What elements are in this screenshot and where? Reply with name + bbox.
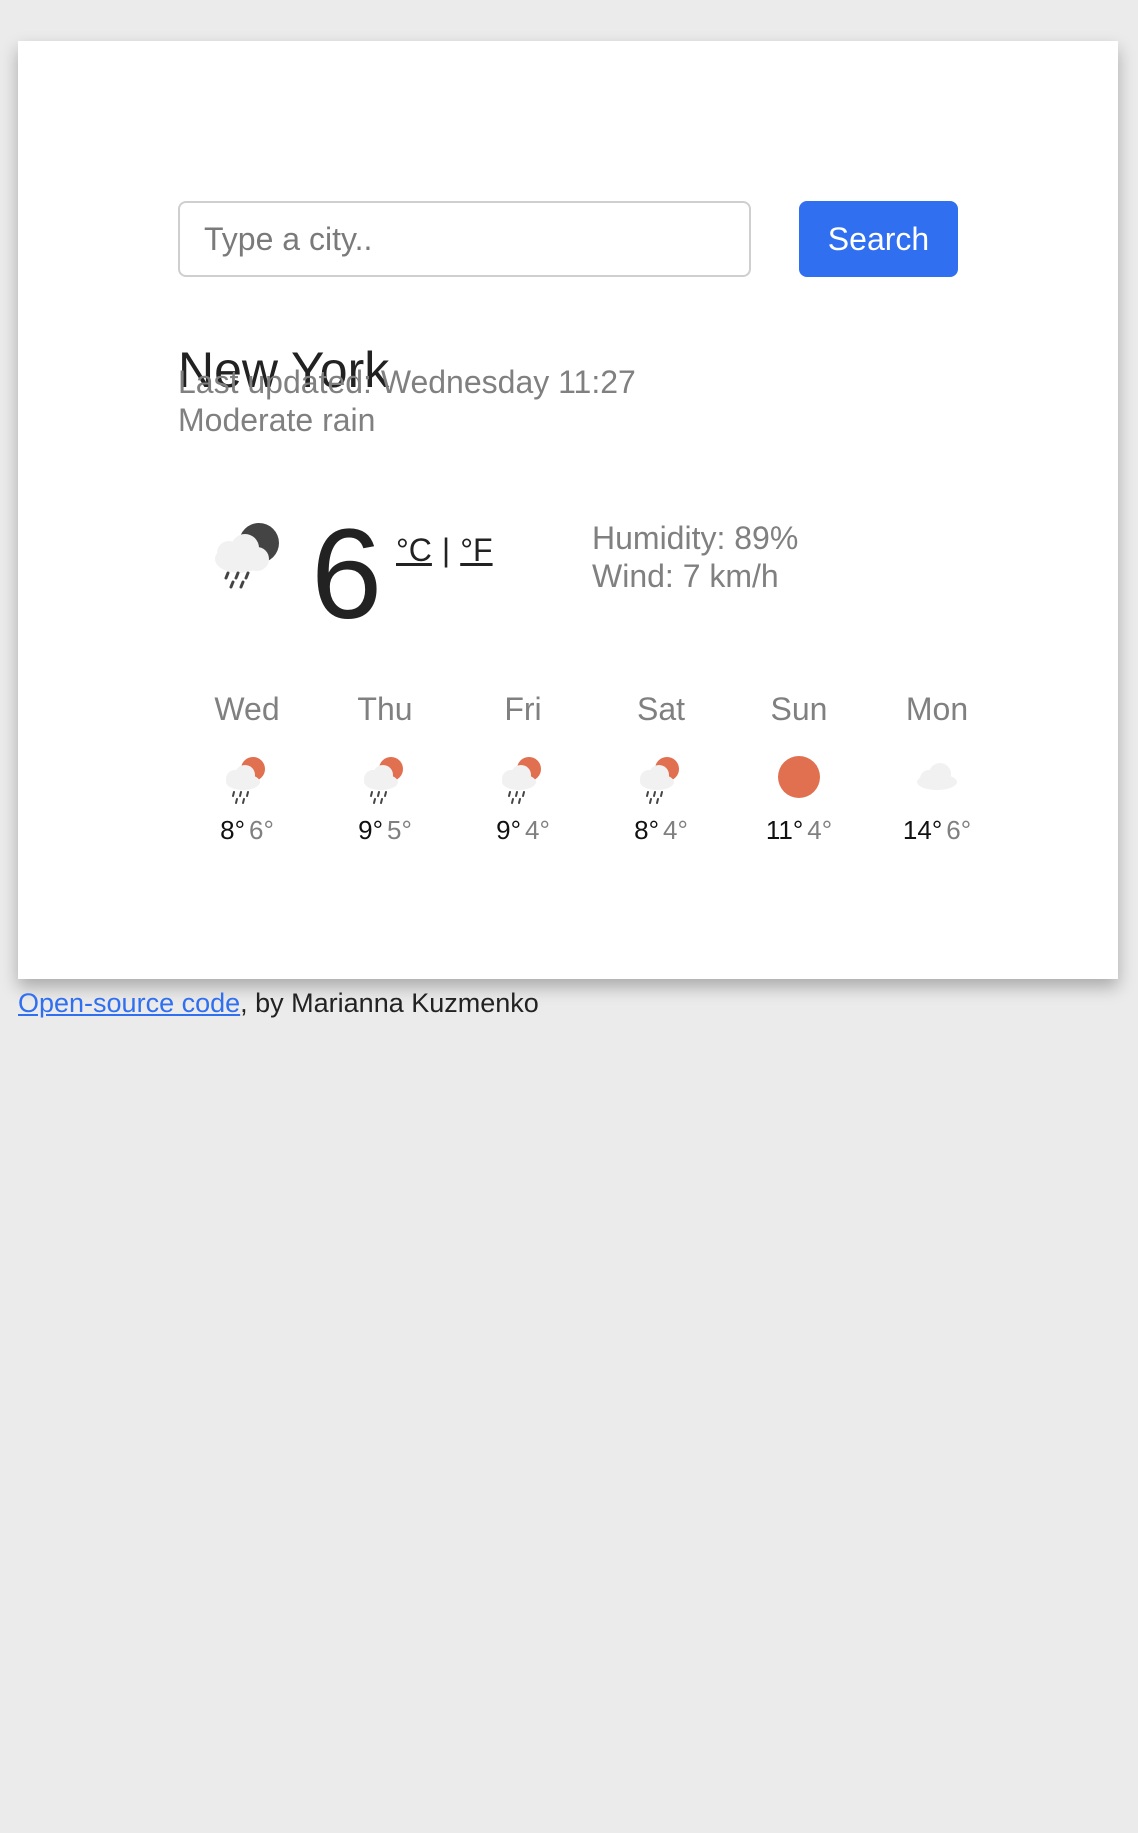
forecast-temps: 11° 4° [730,815,868,846]
fahrenheit-link[interactable]: °F [460,532,492,568]
weather-card: Search New York Last updated: Wednesday … [18,41,1118,979]
city-search-input[interactable] [178,201,751,277]
forecast-day: Wed 8° 6° [178,689,316,846]
rain-night-icon [215,523,279,589]
author-credit: , by Marianna Kuzmenko [240,988,539,1018]
humidity-text: Humidity: 89% [592,520,799,556]
forecast-day-name: Mon [905,691,969,727]
forecast-day-name: Thu [357,691,413,727]
forecast-max-temp: 11° [765,815,804,845]
unit-toggle: °C | °F [396,532,493,569]
forecast-day-name: Wed [214,691,280,727]
rain-sun-icon [226,757,265,804]
source-code-link[interactable]: Open-source code [18,988,240,1018]
forecast-max-temp: 9° [358,815,383,845]
celsius-link[interactable]: °C [396,532,432,568]
search-button[interactable]: Search [799,201,958,277]
unit-separator: | [441,532,451,568]
forecast-max-temp: 9° [496,815,521,845]
forecast-temps: 8° 6° [178,815,316,846]
rain-sun-icon [364,757,403,804]
footer: Open-source code, by Marianna Kuzmenko [18,988,539,1019]
forecast-min-temp: 5° [387,815,412,845]
forecast-min-temp: 4° [525,815,550,845]
wind-text: Wind: 7 km/h [592,558,779,595]
forecast-temps: 9° 5° [316,815,454,846]
forecast-max-temp: 14° [902,815,943,845]
weather-description: Moderate rain [178,402,376,438]
search-form: Search [178,201,958,277]
cloud-icon [917,763,957,790]
forecast-day: Thu 9° 5° [316,689,454,846]
weather-details: Humidity: 89% Wind: 7 km/h [592,519,798,596]
forecast-temps: 9° 4° [454,815,592,846]
current-temperature: 6 [311,503,383,646]
forecast-day-name: Sat [636,691,686,727]
forecast-min-temp: 4° [663,815,688,845]
sun-icon [778,756,820,798]
last-updated-text: Last updated: Wednesday 11:27 [178,364,636,400]
forecast-min-temp: 6° [946,815,972,845]
rain-sun-icon [502,757,541,804]
forecast-day: Mon 14° 6° [868,689,1006,846]
forecast-temps: 14° 6° [868,815,1006,846]
forecast-day: Sun 11° 4° [730,689,868,846]
forecast-max-temp: 8° [220,815,245,845]
forecast-day-name: Sun [770,691,828,727]
forecast-row: Wed 8° 6° Thu 9° 5° Fri 9° 4° Sat 8° 4° … [178,689,1008,846]
forecast-day: Fri 9° 4° [454,689,592,846]
forecast-min-temp: 6° [249,815,274,845]
rain-sun-icon [640,757,679,804]
forecast-max-temp: 8° [634,815,659,845]
forecast-temps: 8° 4° [592,815,730,846]
forecast-min-temp: 4° [807,815,833,845]
forecast-day: Sat 8° 4° [592,689,730,846]
forecast-day-name: Fri [504,691,542,727]
